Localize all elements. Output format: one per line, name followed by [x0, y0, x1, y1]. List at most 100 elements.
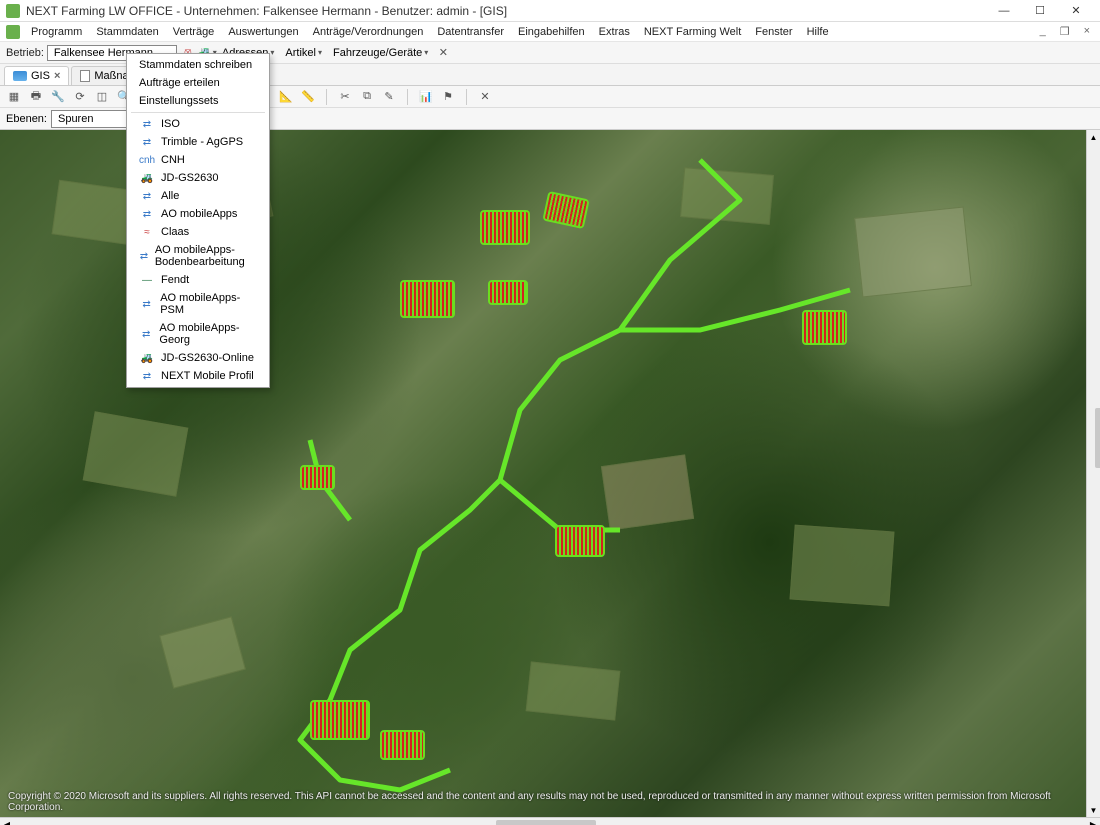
dm-claas[interactable]: ≈Claas: [127, 223, 269, 241]
scroll-down-icon[interactable]: ▼: [1087, 803, 1100, 817]
grid-icon[interactable]: ▦: [6, 89, 22, 105]
window-maximize-button[interactable]: ☐: [1022, 1, 1058, 21]
menu-fenster[interactable]: Fenster: [748, 24, 799, 40]
scroll-thumb-h[interactable]: [496, 820, 596, 825]
scroll-right-icon[interactable]: ▶: [1086, 818, 1100, 825]
clear-icon[interactable]: ✕: [477, 89, 493, 105]
dm-ao-psm[interactable]: ⇄AO mobileApps-PSM: [127, 289, 269, 319]
menu-stammdaten[interactable]: Stammdaten: [89, 24, 165, 40]
measure-icon[interactable]: 📐: [278, 89, 294, 105]
device-icon: ⇄: [139, 298, 154, 310]
window-title: NEXT Farming LW OFFICE - Unternehmen: Fa…: [26, 4, 986, 18]
worked-field-overlay: [802, 310, 847, 345]
toolbar-close-icon[interactable]: ✕: [435, 45, 451, 61]
window-close-button[interactable]: ✕: [1058, 1, 1094, 21]
gis-wave-icon: [13, 71, 27, 81]
dm-ao-georg[interactable]: ⇄AO mobileApps-Georg: [127, 319, 269, 349]
fendt-icon: —: [139, 274, 155, 286]
scroll-thumb[interactable]: [1095, 408, 1100, 468]
dm-auftraege-erteilen[interactable]: Aufträge erteilen: [127, 74, 269, 92]
menu-next-farming-welt[interactable]: NEXT Farming Welt: [637, 24, 748, 40]
scroll-up-icon[interactable]: ▲: [1087, 130, 1100, 144]
dm-cnh[interactable]: cnhCNH: [127, 151, 269, 169]
tab-gis[interactable]: GIS ×: [4, 66, 69, 85]
wrench-icon[interactable]: 🔧: [50, 89, 66, 105]
layers-icon[interactable]: ◫: [94, 89, 110, 105]
tractor-dropdown-menu: Stammdaten schreiben Aufträge erteilen E…: [126, 53, 270, 388]
field-patch: [526, 661, 621, 720]
field-patch: [601, 454, 694, 530]
menu-programm[interactable]: Programm: [24, 24, 89, 40]
mdi-minimize-button[interactable]: _: [1036, 25, 1050, 38]
dm-alle[interactable]: ⇄Alle: [127, 187, 269, 205]
device-icon: ⇄: [139, 136, 155, 148]
device-icon: ⇄: [139, 190, 155, 202]
fahrzeuge-link[interactable]: Fahrzeuge/Geräte▾: [329, 45, 432, 61]
mdi-close-button[interactable]: ×: [1080, 25, 1094, 38]
app-icon: [6, 4, 20, 18]
worked-field-overlay: [310, 700, 370, 740]
dm-einstellungssets[interactable]: Einstellungssets: [127, 92, 269, 110]
tractor-icon: 🚜: [139, 172, 155, 184]
toolbar-sep-4: [407, 89, 408, 105]
dm-next-mobile[interactable]: ⇄NEXT Mobile Profil: [127, 367, 269, 385]
toolbar-sep-5: [466, 89, 467, 105]
claas-icon: ≈: [139, 226, 155, 238]
device-icon: cnh: [139, 154, 155, 166]
dropdown-separator: [131, 112, 265, 113]
menu-hilfe[interactable]: Hilfe: [800, 24, 836, 40]
artikel-link[interactable]: Artikel▾: [281, 45, 326, 61]
window-minimize-button[interactable]: —: [986, 1, 1022, 21]
dm-fendt[interactable]: —Fendt: [127, 271, 269, 289]
dm-ao-boden[interactable]: ⇄AO mobileApps-Bodenbearbeitung: [127, 241, 269, 271]
toolbar-sep-3: [326, 89, 327, 105]
menu-antraege[interactable]: Anträge/Verordnungen: [306, 24, 431, 40]
betrieb-label: Betrieb:: [6, 47, 44, 59]
worked-field-overlay: [400, 280, 455, 318]
app-menu-icon[interactable]: [6, 25, 20, 39]
worked-field-overlay: [555, 525, 605, 557]
device-icon: ⇄: [139, 208, 155, 220]
chart-icon[interactable]: 📊: [418, 89, 434, 105]
flag-icon[interactable]: ⚑: [440, 89, 456, 105]
field-patch: [680, 167, 774, 225]
scroll-left-icon[interactable]: ◀: [0, 818, 14, 825]
mdi-restore-button[interactable]: ❐: [1056, 25, 1074, 38]
split-icon[interactable]: ✂: [337, 89, 353, 105]
tab-gis-label: GIS: [31, 70, 50, 82]
device-icon: ⇄: [139, 118, 155, 130]
dm-stammdaten-schreiben[interactable]: Stammdaten schreiben: [127, 56, 269, 74]
menu-auswertungen[interactable]: Auswertungen: [221, 24, 305, 40]
main-menubar: Programm Stammdaten Verträge Auswertunge…: [0, 22, 1100, 42]
dm-jd-online[interactable]: 🚜JD-GS2630-Online: [127, 349, 269, 367]
scroll-track-h[interactable]: [14, 819, 1086, 825]
worked-field-overlay: [380, 730, 425, 760]
edit-icon[interactable]: ✎: [381, 89, 397, 105]
menu-eingabehilfen[interactable]: Eingabehilfen: [511, 24, 592, 40]
worked-field-overlay: [300, 465, 335, 490]
dm-trimble[interactable]: ⇄Trimble - AgGPS: [127, 133, 269, 151]
worked-field-overlay: [488, 280, 528, 305]
worked-field-overlay: [480, 210, 530, 245]
ebenen-label: Ebenen:: [6, 113, 47, 125]
menu-datentransfer[interactable]: Datentransfer: [430, 24, 511, 40]
field-patch: [790, 525, 895, 607]
dm-ao-mobileapps[interactable]: ⇄AO mobileApps: [127, 205, 269, 223]
map-copyright: Copyright © 2020 Microsoft and its suppl…: [8, 791, 1100, 813]
menu-extras[interactable]: Extras: [592, 24, 637, 40]
dm-jd-gs2630[interactable]: 🚜JD-GS2630: [127, 169, 269, 187]
device-icon: ⇄: [139, 370, 155, 382]
refresh-icon[interactable]: ⟳: [72, 89, 88, 105]
tab-gis-close-icon[interactable]: ×: [54, 70, 60, 82]
print-icon[interactable]: 🖶: [28, 89, 44, 105]
device-icon: ⇄: [139, 328, 153, 340]
mdi-window-controls: _ ❐ ×: [1036, 25, 1094, 38]
device-icon: ⇄: [139, 250, 149, 262]
menu-vertraege[interactable]: Verträge: [166, 24, 222, 40]
horizontal-scrollbar[interactable]: ◀ ▶: [0, 817, 1100, 825]
merge-icon[interactable]: ⧉: [359, 89, 375, 105]
ruler-icon[interactable]: 📏: [300, 89, 316, 105]
doc-icon: [80, 70, 90, 82]
vertical-scrollbar[interactable]: ▲ ▼: [1086, 130, 1100, 817]
dm-iso[interactable]: ⇄ISO: [127, 115, 269, 133]
